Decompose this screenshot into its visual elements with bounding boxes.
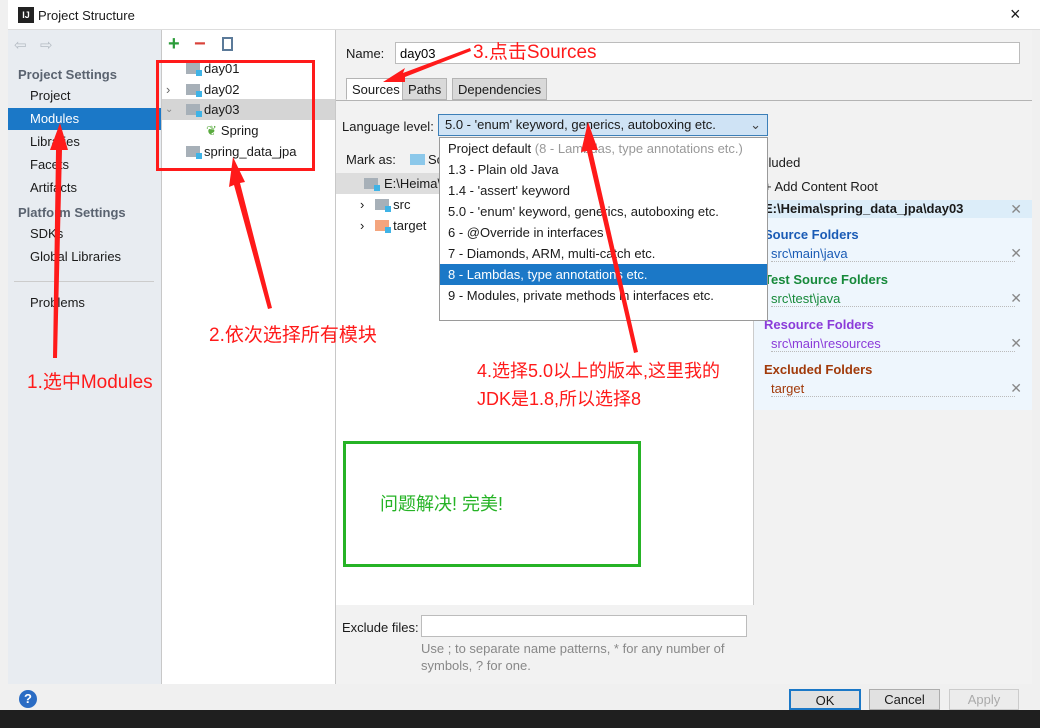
arrow-2 — [229, 157, 272, 309]
arrow-4 — [581, 122, 638, 353]
annotation-3: 3.点击Sources — [473, 42, 597, 63]
annotation-4-line-1: 4.选择5.0以上的版本,这里我的 — [477, 361, 721, 381]
arrow-3 — [383, 48, 471, 82]
annotation-1: 1.选中Modules — [27, 372, 153, 393]
annotation-2: 2.依次选择所有模块 — [209, 325, 377, 346]
annotation-4-line-2: JDK是1.8,所以选择8 — [477, 389, 642, 409]
arrow-1 — [50, 123, 68, 358]
